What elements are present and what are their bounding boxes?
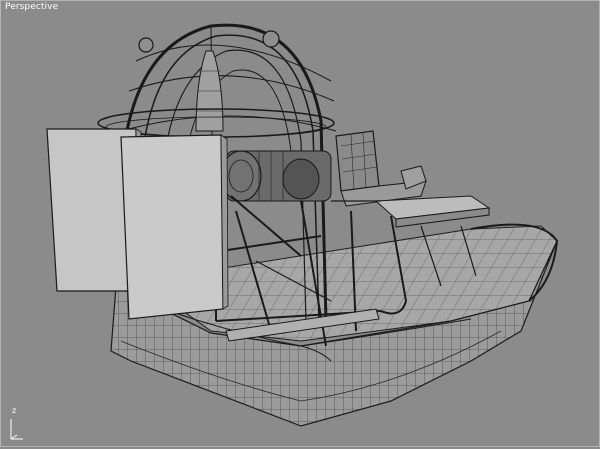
- cage-knob-right: [262, 30, 280, 48]
- axis-tripod-icon: [10, 419, 23, 440]
- rudder-panels: [46, 128, 229, 320]
- cage-knob-left: [138, 37, 154, 53]
- propeller: [195, 50, 224, 132]
- airboat-model[interactable]: [1, 1, 600, 448]
- seat: [335, 130, 427, 207]
- rudder-right: [120, 134, 224, 320]
- gizmo-z-label: z: [12, 406, 17, 415]
- engine: [220, 150, 332, 202]
- axis-gizmo: z: [5, 405, 35, 445]
- perspective-viewport[interactable]: Perspective z: [0, 0, 600, 447]
